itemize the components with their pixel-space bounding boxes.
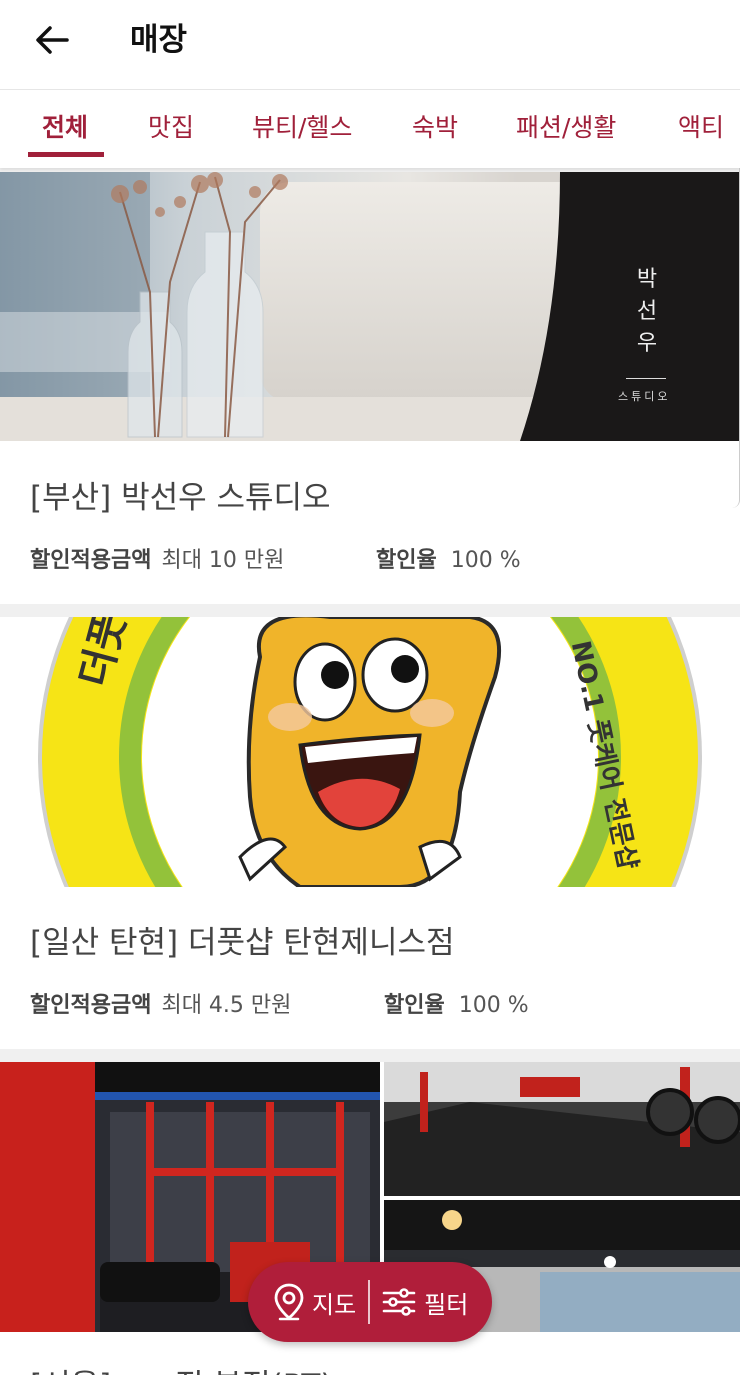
rate-label: 할인율 <box>376 548 437 573</box>
tab-fashion-living[interactable]: 패션/생활 <box>516 110 616 146</box>
rate-value: 100 % <box>450 548 521 573</box>
map-filter-fab: 지도 필터 <box>248 1262 492 1342</box>
store-meta: 할인적용금액 최대 10 만원 <box>30 542 284 574</box>
discount-value: 최대 10 만원 <box>161 548 285 573</box>
active-tab-indicator <box>28 152 104 157</box>
discount-label: 할인적용금액 <box>30 548 152 573</box>
store-title: [서울] ○○짐 본점(PT) <box>30 1360 332 1375</box>
arrow-left-icon <box>36 26 69 54</box>
store-card[interactable]: 더풋샵 NO.1 풋케어 전문샵 [일산 탄현] 더풋샵 탄현제니스점 할인적용… <box>0 617 740 1049</box>
studio-logo-subtext: 스튜디오 <box>618 390 671 403</box>
filter-button[interactable]: 필터 <box>382 1262 468 1342</box>
sliders-icon <box>382 1288 416 1316</box>
tab-activity[interactable]: 액티 <box>678 110 724 146</box>
studio-logo-text: 박 선 우 <box>636 267 658 356</box>
scroll-edge <box>732 168 740 508</box>
store-card[interactable]: 박 선 우 스튜디오 [부산] 박선우 스튜디오 할인적용금액 최대 10 만원 … <box>0 172 740 604</box>
store-rate: 할인율 100 % <box>384 987 529 1019</box>
page-title: 매장 <box>130 22 188 58</box>
rate-value: 100 % <box>458 993 529 1018</box>
store-rate: 할인율 100 % <box>376 542 521 574</box>
location-pin-icon <box>274 1283 304 1321</box>
filter-label: 필터 <box>424 1290 469 1319</box>
tab-beauty-health[interactable]: 뷰티/헬스 <box>252 110 352 146</box>
discount-label: 할인적용금액 <box>30 993 152 1018</box>
tab-accommodation[interactable]: 숙박 <box>412 110 458 146</box>
rate-label: 할인율 <box>384 993 445 1018</box>
category-tabs: 전체 맛집 뷰티/헬스 숙박 패션/생활 액티 <box>0 90 740 168</box>
tab-all[interactable]: 전체 <box>42 110 88 146</box>
store-title: [부산] 박선우 스튜디오 <box>30 480 331 516</box>
tab-restaurants[interactable]: 맛집 <box>148 110 194 146</box>
discount-value: 최대 4.5 만원 <box>161 993 292 1018</box>
fab-divider <box>368 1280 371 1324</box>
store-meta: 할인적용금액 최대 4.5 만원 <box>30 987 291 1019</box>
logo-divider <box>626 378 666 379</box>
map-label: 지도 <box>312 1290 357 1319</box>
store-image: 박 선 우 스튜디오 <box>0 172 740 441</box>
map-button[interactable]: 지도 <box>248 1262 356 1342</box>
back-button[interactable] <box>26 18 78 62</box>
store-title: [일산 탄현] 더풋샵 탄현제니스점 <box>30 925 455 961</box>
store-image: 더풋샵 NO.1 풋케어 전문샵 <box>0 617 740 887</box>
app-header: 매장 <box>0 0 740 90</box>
